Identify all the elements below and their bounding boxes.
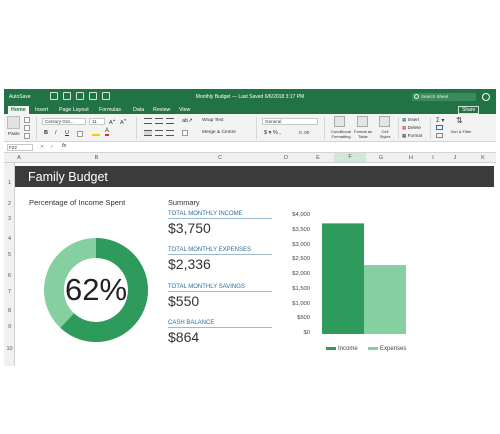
legend-label-income: Income [338, 346, 358, 352]
bar-expenses [364, 265, 406, 334]
income-expenses-bar-chart [322, 223, 406, 334]
bar-income [322, 223, 364, 334]
legend-expenses: Expenses [368, 346, 406, 352]
legend-swatch-expenses [368, 346, 378, 350]
legend-income: Income [326, 346, 358, 352]
legend-swatch-income [326, 346, 336, 350]
legend-label-expenses: Expenses [380, 346, 407, 352]
